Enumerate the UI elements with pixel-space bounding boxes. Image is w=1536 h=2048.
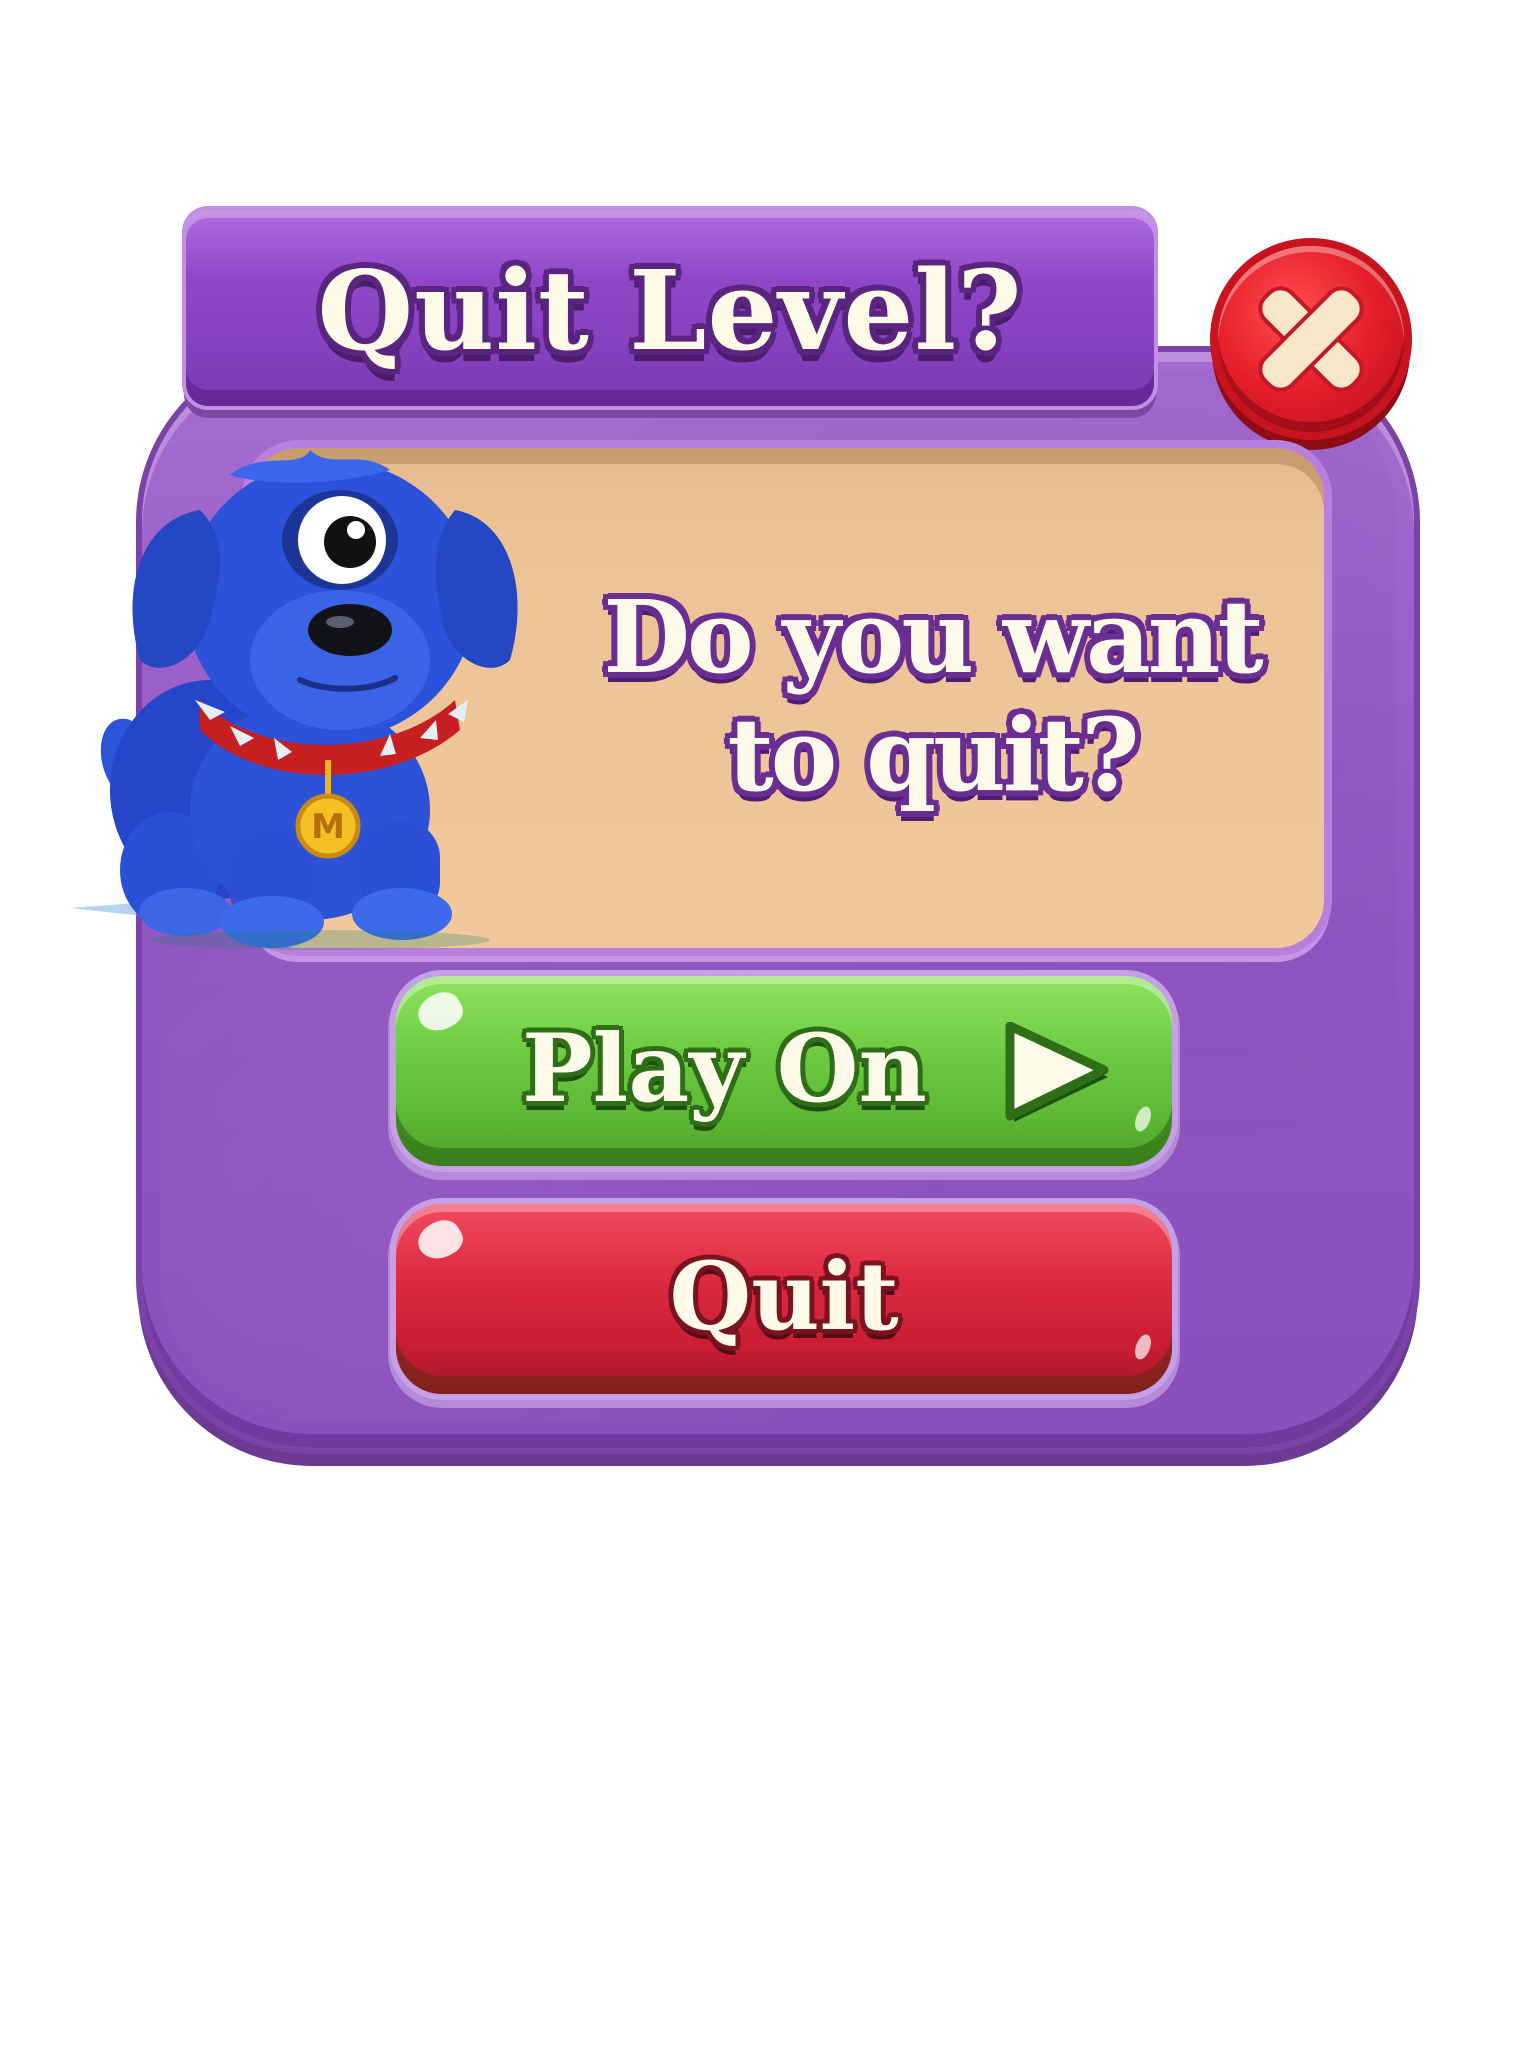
dog-mascot: M xyxy=(70,450,518,950)
close-button[interactable] xyxy=(1218,246,1404,432)
play-triangle-icon xyxy=(1005,1022,1109,1122)
dialog-message: Do you want to quit? xyxy=(560,578,1304,814)
title-banner: Quit Level? xyxy=(186,210,1154,406)
quit-button[interactable]: Quit xyxy=(396,1204,1172,1394)
button-highlight xyxy=(411,985,469,1039)
play-on-label: Play On xyxy=(522,1014,927,1124)
close-icon xyxy=(1258,286,1364,392)
play-on-button[interactable]: Play On xyxy=(396,976,1172,1166)
game-screen: Quit Level? Do you want to quit? M Play … xyxy=(0,0,1536,2048)
message-line-2: to quit? xyxy=(727,696,1139,814)
dialog-title: Quit Level? xyxy=(317,246,1023,375)
button-highlight xyxy=(1131,1104,1155,1134)
message-line-1: Do you want xyxy=(603,578,1263,696)
quit-label: Quit xyxy=(669,1242,899,1352)
medal-letter: M xyxy=(311,807,345,847)
